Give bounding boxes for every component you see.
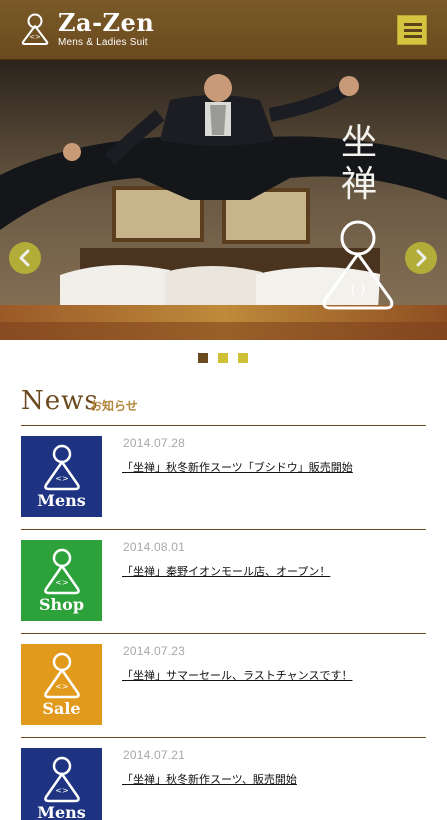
zazen-logo-icon: <> bbox=[44, 444, 80, 491]
svg-text:( ): ( ) bbox=[350, 282, 365, 298]
news-category-label: Sale bbox=[42, 699, 81, 718]
news-category-label: Mens bbox=[37, 491, 86, 510]
chevron-left-icon bbox=[19, 249, 30, 267]
news-item: <> Sale 2014.07.23 「坐禅」サマーセール、ラストチャンスです！ bbox=[21, 634, 426, 738]
svg-text:<>: <> bbox=[55, 474, 68, 483]
news-date: 2014.08.01 bbox=[123, 540, 186, 554]
zazen-logo-icon[interactable]: <> bbox=[20, 12, 50, 46]
svg-text:<>: <> bbox=[55, 578, 68, 587]
hero-vertical-char: 坐 bbox=[340, 122, 377, 163]
news-headline-link[interactable]: 「坐禅」秋冬新作スーツ「ブシドウ」販売開始 bbox=[122, 459, 353, 475]
news-headline-link[interactable]: 「坐禅」サマーセール、ラストチャンスです！ bbox=[122, 667, 352, 683]
slider-prev-button[interactable] bbox=[9, 242, 41, 274]
news-item: <> Mens 2014.07.21 「坐禅」秋冬新作スーツ、販売開始 bbox=[21, 738, 426, 820]
site-header: <> Za-Zen Mens & Ladies Suit bbox=[0, 0, 447, 60]
zazen-logo-icon: <> bbox=[44, 756, 80, 803]
news-category-thumbnail[interactable]: <> Shop bbox=[21, 540, 102, 621]
news-category-thumbnail[interactable]: <> Sale bbox=[21, 644, 102, 725]
zazen-logo-icon: <> bbox=[44, 548, 80, 595]
slider-dot[interactable] bbox=[218, 353, 228, 363]
news-title: News bbox=[21, 386, 99, 416]
hero-vertical-char: 禅 bbox=[340, 164, 377, 205]
brand-name: Za-Zen bbox=[58, 8, 155, 37]
slider-next-button[interactable] bbox=[405, 242, 437, 274]
news-section-header: News お知らせ bbox=[21, 386, 426, 426]
slider-dot[interactable] bbox=[198, 353, 208, 363]
svg-text:<>: <> bbox=[55, 682, 68, 691]
slider-dot[interactable] bbox=[238, 353, 248, 363]
news-category-label: Mens bbox=[37, 803, 86, 820]
brand[interactable]: Za-Zen Mens & Ladies Suit bbox=[58, 10, 154, 49]
news-category-label: Shop bbox=[38, 595, 85, 614]
news-date: 2014.07.21 bbox=[123, 748, 186, 762]
brand-tagline: Mens & Ladies Suit bbox=[58, 37, 148, 48]
news-date: 2014.07.28 bbox=[123, 436, 186, 450]
news-category-thumbnail[interactable]: <> Mens bbox=[21, 436, 102, 517]
chevron-right-icon bbox=[416, 249, 427, 267]
svg-text:<>: <> bbox=[55, 786, 68, 795]
news-item: <> Shop 2014.08.01 「坐禅」秦野イオンモール店、オープン！ bbox=[21, 530, 426, 634]
menu-button[interactable] bbox=[397, 15, 427, 45]
news-category-thumbnail[interactable]: <> Mens bbox=[21, 748, 102, 820]
news-headline-link[interactable]: 「坐禅」秦野イオンモール店、オープン！ bbox=[122, 563, 330, 579]
news-item: <> Mens 2014.07.28 「坐禅」秋冬新作スーツ「ブシドウ」販売開始 bbox=[21, 426, 426, 530]
hero-logo-icon: ( ) bbox=[322, 220, 394, 310]
hamburger-icon bbox=[404, 23, 422, 26]
hero-slider[interactable]: 坐 禅 ( ) bbox=[0, 60, 447, 340]
hero-vertical-title: 坐 禅 bbox=[336, 122, 382, 206]
zazen-logo-icon: <> bbox=[44, 652, 80, 699]
news-subtitle: お知らせ bbox=[90, 399, 138, 413]
svg-text:<>: <> bbox=[29, 33, 41, 41]
news-headline-link[interactable]: 「坐禅」秋冬新作スーツ、販売開始 bbox=[122, 771, 297, 787]
news-date: 2014.07.23 bbox=[123, 644, 186, 658]
